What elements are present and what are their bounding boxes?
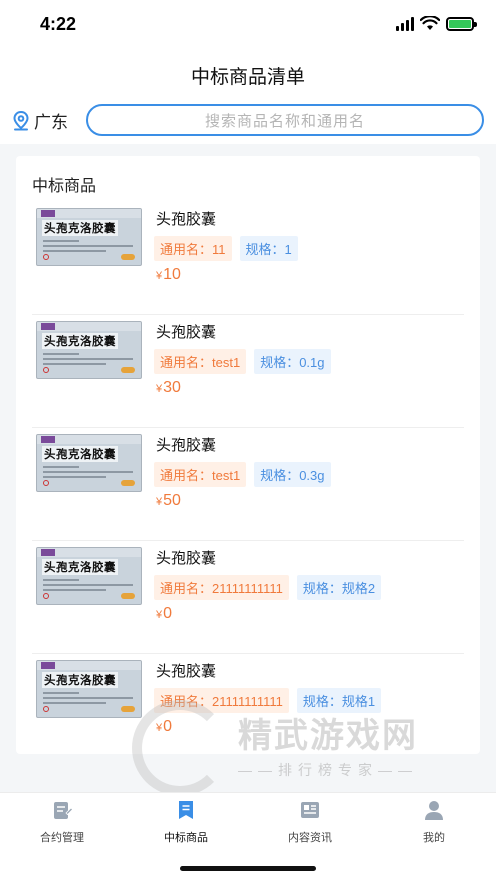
- product-price: ¥0: [156, 718, 173, 735]
- product-price: ¥50: [156, 492, 181, 509]
- search-placeholder: 搜索商品名称和通用名: [204, 112, 365, 130]
- product-image: 头孢克洛胶囊: [36, 434, 142, 492]
- page-title: 中标商品清单: [190, 67, 305, 88]
- product-card: 中标商品 头孢克洛胶囊 头孢胶囊 通用名：11 规格：1 ¥10 头孢克洛胶囊: [16, 156, 480, 754]
- product-name: 头孢胶囊: [156, 324, 217, 341]
- person-icon: [425, 801, 443, 820]
- status-time: 4:22: [40, 14, 77, 34]
- tab-mine[interactable]: 我的: [372, 799, 496, 845]
- tab-label: 我的: [423, 832, 445, 844]
- wifi-icon: [420, 16, 440, 30]
- product-image: 头孢克洛胶囊: [36, 660, 142, 718]
- product-price: ¥10: [156, 266, 181, 283]
- product-item[interactable]: 头孢克洛胶囊 头孢胶囊 通用名：test1 规格：0.3g ¥50: [32, 428, 464, 541]
- product-name: 头孢胶囊: [156, 550, 217, 567]
- spec-tag: 规格：0.3g: [254, 462, 331, 487]
- spec-tag: 规格：0.1g: [254, 349, 331, 374]
- tab-content-news[interactable]: 内容资讯: [248, 799, 372, 845]
- generic-name-tag: 通用名：test1: [154, 349, 247, 374]
- product-image: 头孢克洛胶囊: [36, 208, 142, 266]
- tab-label: 内容资讯: [288, 832, 332, 844]
- tab-label: 合约管理: [40, 832, 84, 844]
- location-label: 广东: [34, 113, 68, 132]
- product-price: ¥30: [156, 379, 181, 396]
- location-selector[interactable]: 广东: [12, 108, 68, 133]
- product-name: 头孢胶囊: [156, 437, 217, 454]
- battery-icon: [446, 16, 477, 31]
- home-indicator: [180, 866, 316, 871]
- location-pin-icon: [13, 110, 29, 130]
- status-icons: [396, 16, 477, 31]
- search-input[interactable]: 搜索商品名称和通用名: [86, 104, 484, 136]
- header: 中标商品清单 广东 搜索商品名称和通用名: [0, 50, 496, 144]
- product-name: 头孢胶囊: [156, 211, 217, 228]
- generic-name-tag: 通用名：11: [154, 236, 232, 261]
- product-item[interactable]: 头孢克洛胶囊 头孢胶囊 通用名：test1 规格：0.1g ¥30: [32, 315, 464, 428]
- generic-name-tag: 通用名：21111111111: [154, 688, 289, 713]
- spec-tag: 规格：规格1: [296, 688, 382, 713]
- tab-winning-products[interactable]: 中标商品: [124, 799, 248, 845]
- product-item[interactable]: 头孢克洛胶囊 头孢胶囊 通用名：21111111111 规格：规格2 ¥0: [32, 541, 464, 654]
- product-image: 头孢克洛胶囊: [36, 321, 142, 379]
- cellular-signal-icon: [396, 16, 414, 31]
- contract-icon: [54, 802, 73, 819]
- bookmark-icon: [179, 801, 193, 819]
- status-bar: 4:22: [0, 0, 496, 50]
- product-item[interactable]: 头孢克洛胶囊 头孢胶囊 通用名：21111111111 规格：规格1 ¥0: [32, 654, 464, 767]
- tab-label: 中标商品: [164, 832, 208, 844]
- generic-name-tag: 通用名：test1: [154, 462, 247, 487]
- product-name: 头孢胶囊: [156, 663, 217, 680]
- product-list: 头孢克洛胶囊 头孢胶囊 通用名：11 规格：1 ¥10 头孢克洛胶囊 头孢胶囊: [16, 202, 480, 767]
- news-icon: [301, 802, 319, 818]
- product-image: 头孢克洛胶囊: [36, 547, 142, 605]
- product-price: ¥0: [156, 605, 173, 622]
- section-title: 中标商品: [32, 178, 97, 195]
- spec-tag: 规格：1: [239, 236, 298, 261]
- generic-name-tag: 通用名：21111111111: [154, 575, 289, 600]
- product-item[interactable]: 头孢克洛胶囊 头孢胶囊 通用名：11 规格：1 ¥10: [32, 202, 464, 315]
- tab-contract-management[interactable]: 合约管理: [0, 799, 124, 845]
- spec-tag: 规格：规格2: [296, 575, 382, 600]
